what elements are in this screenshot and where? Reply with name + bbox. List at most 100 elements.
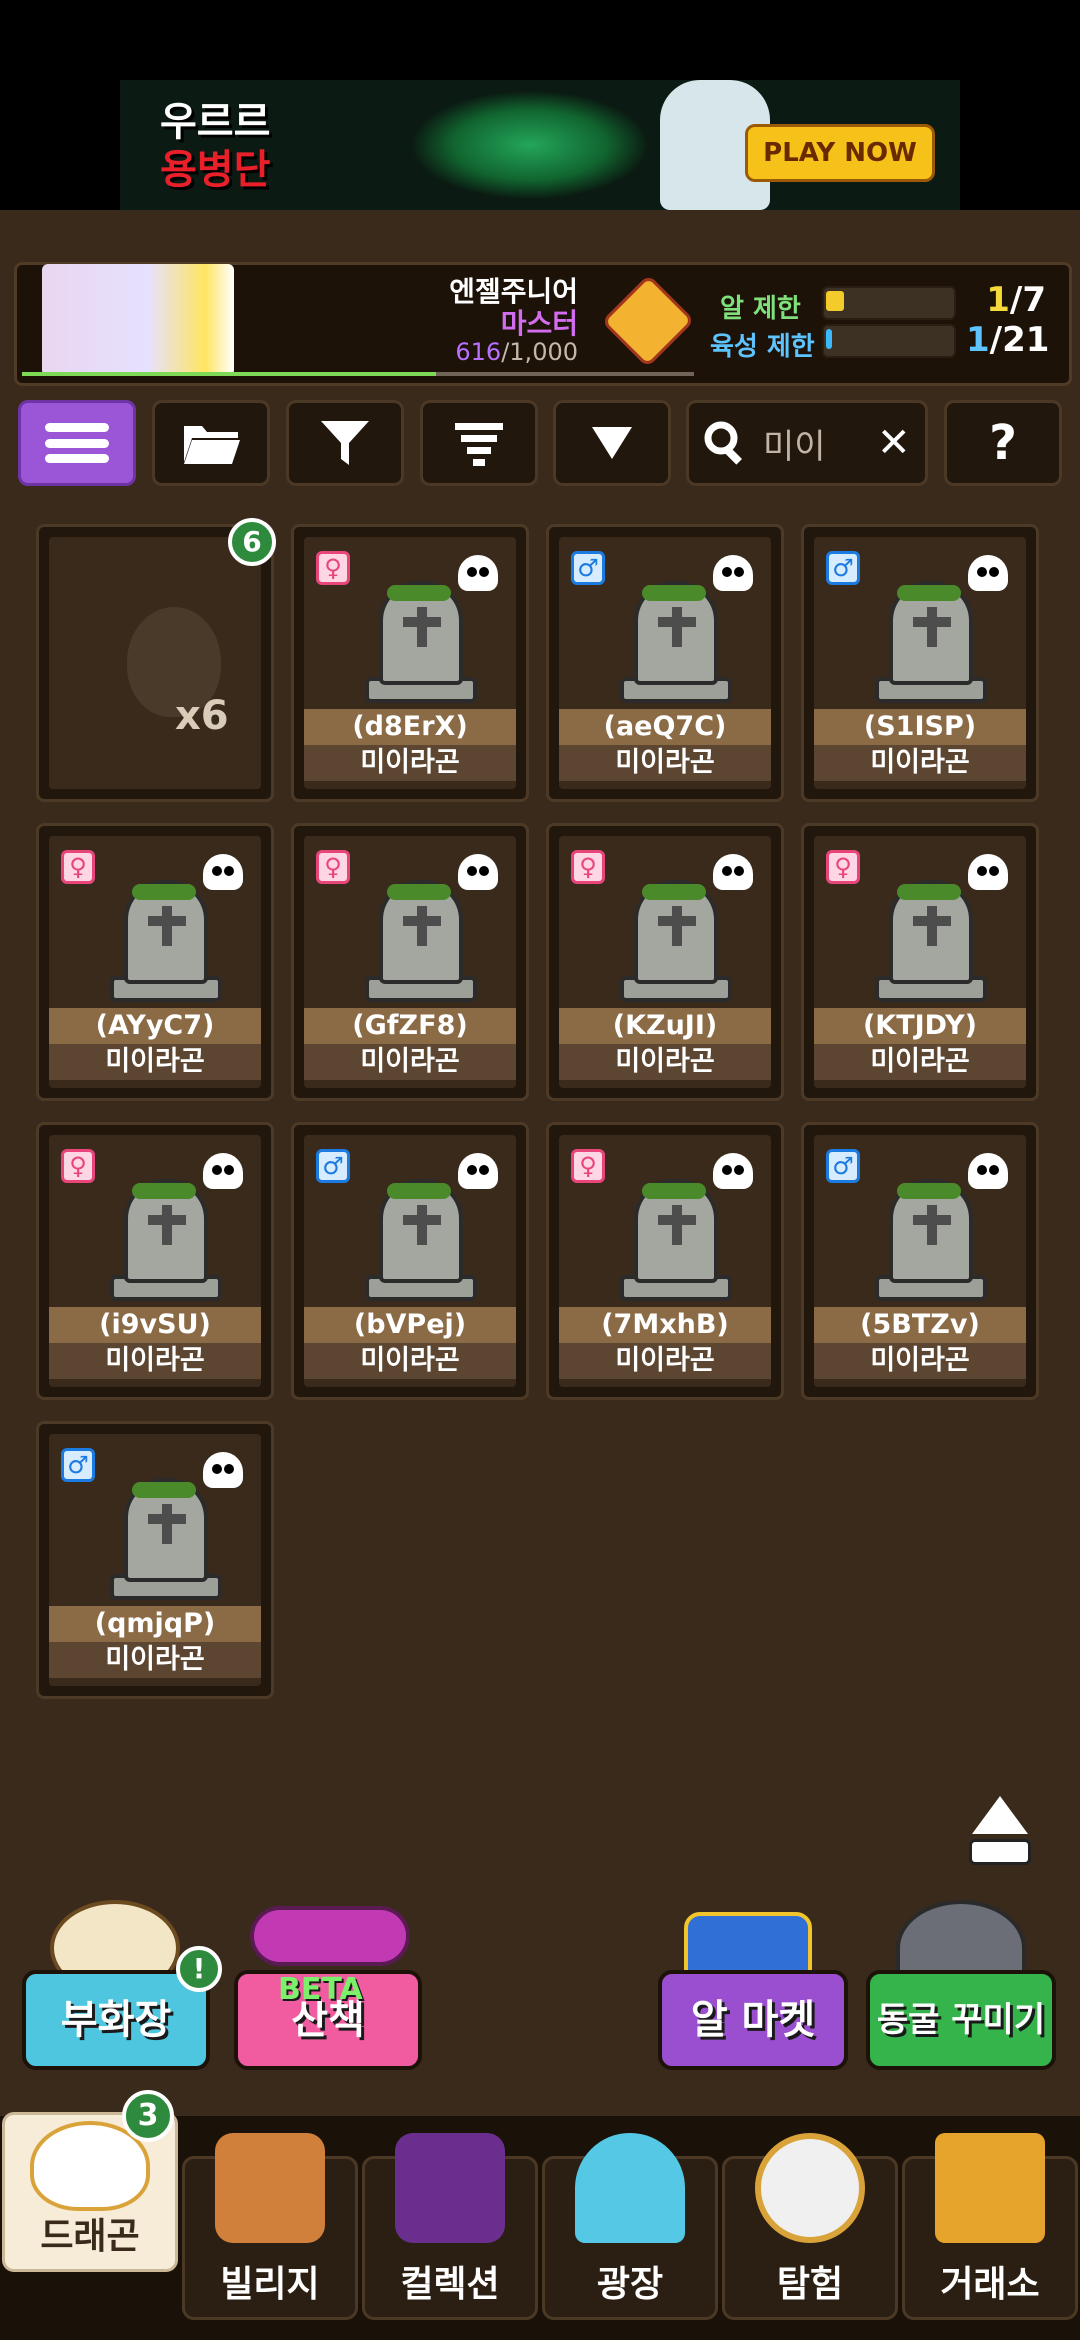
nav-square[interactable]: 광장 bbox=[542, 2133, 718, 2320]
raise-limit-bar-fill bbox=[826, 329, 832, 349]
raise-limit-value: 1/21 bbox=[966, 320, 1050, 360]
dragon-code: (AYyC7) bbox=[49, 1008, 261, 1044]
egg-limit-value: 1/7 bbox=[986, 280, 1046, 320]
male-icon: ♂ bbox=[826, 551, 860, 585]
tombstone-icon bbox=[110, 1478, 222, 1604]
female-icon: ♀ bbox=[571, 850, 605, 884]
dragon-code: (bVPej) bbox=[304, 1307, 516, 1343]
male-icon: ♂ bbox=[316, 1149, 350, 1183]
egg-limit-bar-fill bbox=[826, 291, 844, 311]
search-input[interactable]: 미이 bbox=[763, 419, 863, 468]
dragon-card[interactable]: ♀ (7MxhB) 미이라곤 bbox=[546, 1122, 784, 1400]
dragon-code: (i9vSU) bbox=[49, 1307, 261, 1343]
dragon-code: (7MxhB) bbox=[559, 1307, 771, 1343]
sort-button[interactable] bbox=[420, 400, 538, 486]
dragon-card[interactable]: ♀ (KTJDY) 미이라곤 bbox=[801, 823, 1039, 1101]
dragon-card[interactable]: ♂ (bVPej) 미이라곤 bbox=[291, 1122, 529, 1400]
fountain-icon bbox=[575, 2133, 685, 2243]
nav-village-label: 빌리지 bbox=[220, 2264, 320, 2305]
female-icon: ♀ bbox=[826, 850, 860, 884]
dragon-card[interactable]: ♂ (qmjqP) 미이라곤 bbox=[36, 1421, 274, 1699]
help-button[interactable]: ? bbox=[944, 400, 1062, 486]
tombstone-icon bbox=[875, 880, 987, 1006]
dragon-card[interactable]: ♂ (S1ISP) 미이라곤 bbox=[801, 524, 1039, 802]
egg-count: x6 bbox=[175, 693, 229, 739]
female-icon: ♀ bbox=[571, 1149, 605, 1183]
dragon-species: 미이라곤 bbox=[559, 745, 771, 781]
dragon-card[interactable]: ♀ (d8ErX) 미이라곤 bbox=[291, 524, 529, 802]
tombstone-icon bbox=[875, 1179, 987, 1305]
tombstone-icon bbox=[110, 1179, 222, 1305]
dragon-card[interactable]: ♀ (i9vSU) 미이라곤 bbox=[36, 1122, 274, 1400]
nav-explore[interactable]: 탐험 bbox=[722, 2133, 898, 2320]
nav-dragon-label: 드래곤 bbox=[40, 2216, 140, 2257]
dragon-species: 미이라곤 bbox=[559, 1343, 771, 1379]
dragon-card[interactable]: ♀ (GfZF8) 미이라곤 bbox=[291, 823, 529, 1101]
xp-readout: 616/1,000 bbox=[455, 338, 578, 366]
cave-decor-button[interactable]: 동굴 꾸미기 bbox=[866, 1970, 1056, 2070]
raise-limit-bar bbox=[822, 324, 956, 358]
hamburger-icon bbox=[45, 423, 109, 463]
dragon-species: 미이라곤 bbox=[559, 1044, 771, 1080]
nav-trade-label: 거래소 bbox=[940, 2264, 1040, 2305]
dragon-count-badge: 3 bbox=[122, 2090, 174, 2142]
tombstone-icon bbox=[365, 880, 477, 1006]
dragon-code: (GfZF8) bbox=[304, 1008, 516, 1044]
xp-max: /1,000 bbox=[501, 338, 578, 366]
nav-trade[interactable]: 거래소 bbox=[902, 2133, 1078, 2320]
male-icon: ♂ bbox=[571, 551, 605, 585]
menu-button[interactable] bbox=[18, 400, 136, 486]
egg-slot-inner: x6 bbox=[49, 537, 261, 789]
female-icon: ♀ bbox=[61, 1149, 95, 1183]
rank-title-line2: 마스터 bbox=[500, 307, 578, 340]
search-box[interactable]: 미이 ✕ bbox=[686, 400, 928, 486]
egg-slot[interactable]: x6 bbox=[36, 524, 274, 802]
dragon-code: (KTJDY) bbox=[814, 1008, 1026, 1044]
dragon-species: 미이라곤 bbox=[814, 745, 1026, 781]
tombstone-icon bbox=[620, 880, 732, 1006]
dragon-species: 미이라곤 bbox=[49, 1642, 261, 1678]
ad-play-now-button[interactable]: PLAY NOW bbox=[745, 124, 935, 182]
ad-portal-art bbox=[410, 90, 650, 200]
dragon-code: (5BTZv) bbox=[814, 1307, 1026, 1343]
dropdown-button[interactable] bbox=[553, 400, 671, 486]
dragon-card[interactable]: ♀ (KZuJI) 미이라곤 bbox=[546, 823, 784, 1101]
female-icon: ♀ bbox=[61, 850, 95, 884]
ad-title: 우르르 용병단 bbox=[160, 99, 271, 193]
eject-icon bbox=[972, 1796, 1028, 1834]
filter-button[interactable] bbox=[286, 400, 404, 486]
scroll-top-button[interactable] bbox=[968, 1796, 1032, 1868]
male-icon: ♂ bbox=[61, 1448, 95, 1482]
avatar[interactable] bbox=[42, 264, 234, 376]
book-icon bbox=[395, 2133, 505, 2243]
scale-icon bbox=[935, 2133, 1045, 2243]
ad-banner[interactable]: 우르르 용병단 PLAY NOW bbox=[120, 80, 960, 210]
dragon-code: (d8ErX) bbox=[304, 709, 516, 745]
clear-search-icon[interactable]: ✕ bbox=[877, 420, 911, 466]
dragon-card[interactable]: ♂ (aeQ7C) 미이라곤 bbox=[546, 524, 784, 802]
dragon-card[interactable]: ♂ (5BTZv) 미이라곤 bbox=[801, 1122, 1039, 1400]
dragon-species: 미이라곤 bbox=[49, 1343, 261, 1379]
nav-village[interactable]: 빌리지 bbox=[182, 2133, 358, 2320]
dragon-code: (qmjqP) bbox=[49, 1606, 261, 1642]
dragon-species: 미이라곤 bbox=[304, 1044, 516, 1080]
tombstone-icon bbox=[365, 1179, 477, 1305]
nav-collection[interactable]: 컬렉션 bbox=[362, 2133, 538, 2320]
compass-icon bbox=[755, 2133, 865, 2243]
folder-button[interactable] bbox=[152, 400, 270, 486]
filter-icon bbox=[321, 421, 369, 465]
tombstone-icon bbox=[875, 581, 987, 707]
dragon-card[interactable]: ♀ (AYyC7) 미이라곤 bbox=[36, 823, 274, 1101]
egg-count-badge: 6 bbox=[228, 518, 276, 566]
female-icon: ♀ bbox=[316, 850, 350, 884]
house-icon bbox=[215, 2133, 325, 2243]
female-icon: ♀ bbox=[316, 551, 350, 585]
male-icon: ♂ bbox=[826, 1149, 860, 1183]
egg-market-button[interactable]: 알 마켓 bbox=[658, 1970, 848, 2070]
dragon-species: 미이라곤 bbox=[49, 1044, 261, 1080]
hatchery-alert-badge: ! bbox=[176, 1946, 222, 1992]
dragon-species: 미이라곤 bbox=[814, 1044, 1026, 1080]
raise-limit-label: 육성 제한 bbox=[710, 332, 815, 362]
search-icon bbox=[704, 421, 743, 465]
chevron-down-icon bbox=[592, 427, 632, 459]
